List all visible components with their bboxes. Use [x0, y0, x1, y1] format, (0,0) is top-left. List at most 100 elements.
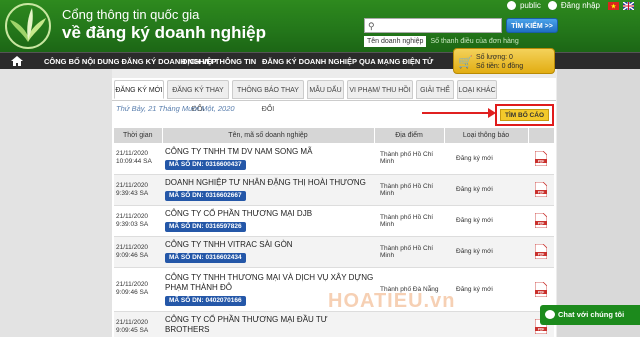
search-icon: ⚲: [368, 21, 375, 31]
tab-change-registration[interactable]: ĐĂNG KÝ THAY ĐỔI: [167, 80, 229, 113]
watermark-logo: HOATIEU.vn: [328, 290, 456, 312]
row-company: CÔNG TY CỔ PHẦN THƯƠNG MẠI DJB MÃ SỐ DN: …: [162, 205, 374, 237]
row-clock: 9:09:46 SA: [116, 251, 149, 259]
chat-label: Chat với chúng tôi: [558, 310, 625, 319]
row-file: PDF: [528, 236, 554, 268]
header-file: [528, 128, 555, 143]
row-place: Thành phố Hồ Chí Minh: [374, 174, 444, 206]
login-link[interactable]: Đăng nhập: [561, 1, 600, 10]
row-time: 21/11/2020 9:09:45 SA: [114, 311, 162, 337]
home-icon[interactable]: [10, 55, 24, 67]
row-place: Thành phố Hồ Chí Minh: [374, 205, 444, 237]
row-file: PDF: [528, 143, 554, 175]
pdf-icon[interactable]: PDF: [534, 181, 548, 198]
pdf-icon[interactable]: PDF: [534, 212, 548, 229]
search-tab-company-name[interactable]: Tên doanh nghiệp: [364, 36, 427, 47]
tab-change-notice[interactable]: THÔNG BÁO THAY ĐỔI: [232, 80, 304, 113]
red-arrow-annotation: [422, 108, 496, 118]
user-icon: [506, 1, 516, 10]
company-code-badge: MÃ SỐ DN: 0402070166: [165, 295, 246, 306]
notice-tabs: ĐĂNG KÝ MỚI ĐĂNG KÝ THAY ĐỔI THÔNG BÁO T…: [114, 80, 500, 113]
tab-violation[interactable]: VI PHẠM/ THU HỒI: [347, 80, 413, 99]
row-date: 21/11/2020: [116, 150, 149, 158]
pdf-icon[interactable]: PDF: [534, 281, 548, 297]
row-time: 21/11/2020 9:39:43 SA: [114, 174, 162, 206]
find-report-button[interactable]: TÌM BỐ CÁO: [500, 109, 549, 121]
row-time: 21/11/2020 10:09:44 SA: [114, 143, 162, 175]
lock-icon: [547, 1, 557, 10]
cart-icon: 🛒: [458, 55, 473, 69]
logo-leaf-icon[interactable]: [2, 2, 54, 50]
vietnam-flag-icon[interactable]: [608, 1, 619, 10]
company-name: CÔNG TY TNHH TM DV NAM SONG MÃ: [165, 146, 313, 156]
row-clock: 9:09:46 SA: [116, 289, 149, 296]
row-date: 21/11/2020: [116, 181, 149, 189]
row-kind: Đăng ký mới: [444, 267, 528, 312]
row-company: CÔNG TY TNHH TM DV NAM SONG MÃ MÃ SỐ DN: …: [162, 143, 374, 175]
uk-flag-icon[interactable]: [623, 1, 634, 10]
table-row: 21/11/2020 9:09:46 SA CÔNG TY TNHH VITRAC …: [114, 236, 554, 268]
search-input[interactable]: ⚲: [364, 18, 502, 33]
nav-item-online-registration[interactable]: ĐĂNG KÝ DOANH NGHIỆP QUA MẠNG ĐIỆN TỬ: [262, 53, 433, 70]
row-company: DOANH NGHIỆP TƯ NHÂN ĐẶNG THỊ HOÀI THƯƠN…: [162, 174, 374, 206]
table-row: 21/11/2020 10:09:44 SA CÔNG TY TNHH TM DV …: [114, 143, 554, 175]
site-title-line1: Cổng thông tin quốc gia: [62, 7, 200, 22]
nav-item-services[interactable]: DỊCH VỤ THÔNG TIN: [182, 53, 256, 70]
svg-text:PDF: PDF: [538, 159, 544, 163]
site-header: Cổng thông tin quốc gia về đăng ký doanh…: [0, 0, 640, 52]
row-clock: 9:09:45 SA: [116, 326, 149, 334]
company-code-badge: MÃ SỐ DN: 0316602667: [165, 191, 246, 201]
pdf-icon[interactable]: PDF: [534, 150, 548, 167]
cart-amount: Số tiền: 0 đồng: [476, 63, 524, 70]
company-name: CÔNG TY TNHH VITRAC SÀI GÒN: [165, 240, 293, 249]
row-company: CÔNG TY TNHH VITRAC SÀI GÒN MÃ SỐ DN: 031…: [162, 236, 374, 268]
row-place: Thành phố Hồ Chí Minh: [374, 236, 444, 268]
company-code-badge: MÃ SỐ DN: 0316602434: [165, 253, 246, 263]
chat-icon: [545, 310, 555, 319]
row-kind: [444, 311, 528, 337]
row-date: 21/11/2020: [116, 243, 149, 251]
user-label[interactable]: public: [520, 1, 541, 10]
svg-text:PDF: PDF: [538, 327, 544, 331]
top-links: public Đăng nhập: [506, 1, 634, 10]
row-file: PDF: [528, 205, 554, 237]
row-time: 21/11/2020 9:09:46 SA: [114, 236, 162, 268]
row-kind: Đăng ký mới: [444, 174, 528, 206]
right-panel: [557, 69, 640, 337]
tab-other[interactable]: LOẠI KHÁC: [457, 80, 497, 99]
table-row: 21/11/2020 9:09:45 SA CÔNG TY CỔ PHẦN THƯƠ…: [114, 311, 554, 337]
company-code-badge: MÃ SỐ DN: 0316600437: [165, 159, 246, 170]
row-clock: 9:39:03 SA: [116, 220, 149, 228]
pdf-icon[interactable]: PDF: [534, 243, 548, 260]
tab-seal[interactable]: MẪU DẤU: [307, 80, 344, 99]
row-kind: Đăng ký mới: [444, 205, 528, 237]
row-kind: Đăng ký mới: [444, 143, 528, 175]
search-type-tabs: Tên doanh nghiệp Số thanh điều của đơn h…: [364, 36, 523, 47]
table-row: 21/11/2020 9:39:43 SA DOANH NGHIỆP TƯ NHÂN…: [114, 174, 554, 206]
header-company: Tên, mã số doanh nghiệp: [162, 128, 375, 143]
row-kind: Đăng ký mới: [444, 236, 528, 268]
row-date: 21/11/2020: [116, 281, 149, 288]
chat-button[interactable]: Chat với chúng tôi: [540, 305, 640, 325]
table-row: 21/11/2020 9:39:03 SA CÔNG TY CỔ PHẦN THƯƠ…: [114, 205, 554, 237]
tab-divider: [112, 100, 556, 101]
company-code-badge: MÃ SỐ DN: 0316597826: [165, 222, 246, 232]
search-button[interactable]: TÌM KIẾM >>: [506, 18, 558, 33]
tab-new-registration[interactable]: ĐĂNG KÝ MỚI: [114, 80, 164, 99]
row-date: 21/11/2020: [116, 318, 149, 326]
row-clock: 10:09:44 SA: [116, 158, 152, 166]
row-date: 21/11/2020: [116, 212, 149, 220]
left-panel: [0, 69, 112, 337]
row-place: Thành phố Hồ Chí Minh: [374, 143, 444, 175]
current-date: Thứ Bảy, 21 Tháng Mười Một, 2020: [116, 104, 235, 113]
company-name: DOANH NGHIỆP TƯ NHÂN ĐẶNG THỊ HOÀI THƯƠN…: [165, 178, 366, 187]
svg-text:PDF: PDF: [538, 252, 544, 256]
cart-box[interactable]: 🛒 Số lượng: 0 Số tiền: 0 đồng: [453, 48, 555, 74]
tab-dissolution[interactable]: GIẢI THỂ: [416, 80, 454, 99]
search-tab-order[interactable]: Số thanh điều của đơn hàng: [426, 36, 522, 47]
row-company: CÔNG TY CỔ PHẦN THƯƠNG MẠI ĐẦU TƯ BROTHE…: [162, 311, 374, 337]
cart-quantity: Số lượng: 0: [476, 54, 513, 61]
row-time: 21/11/2020 9:39:03 SA: [114, 205, 162, 237]
row-clock: 9:39:43 SA: [116, 189, 149, 197]
svg-text:PDF: PDF: [538, 221, 544, 225]
